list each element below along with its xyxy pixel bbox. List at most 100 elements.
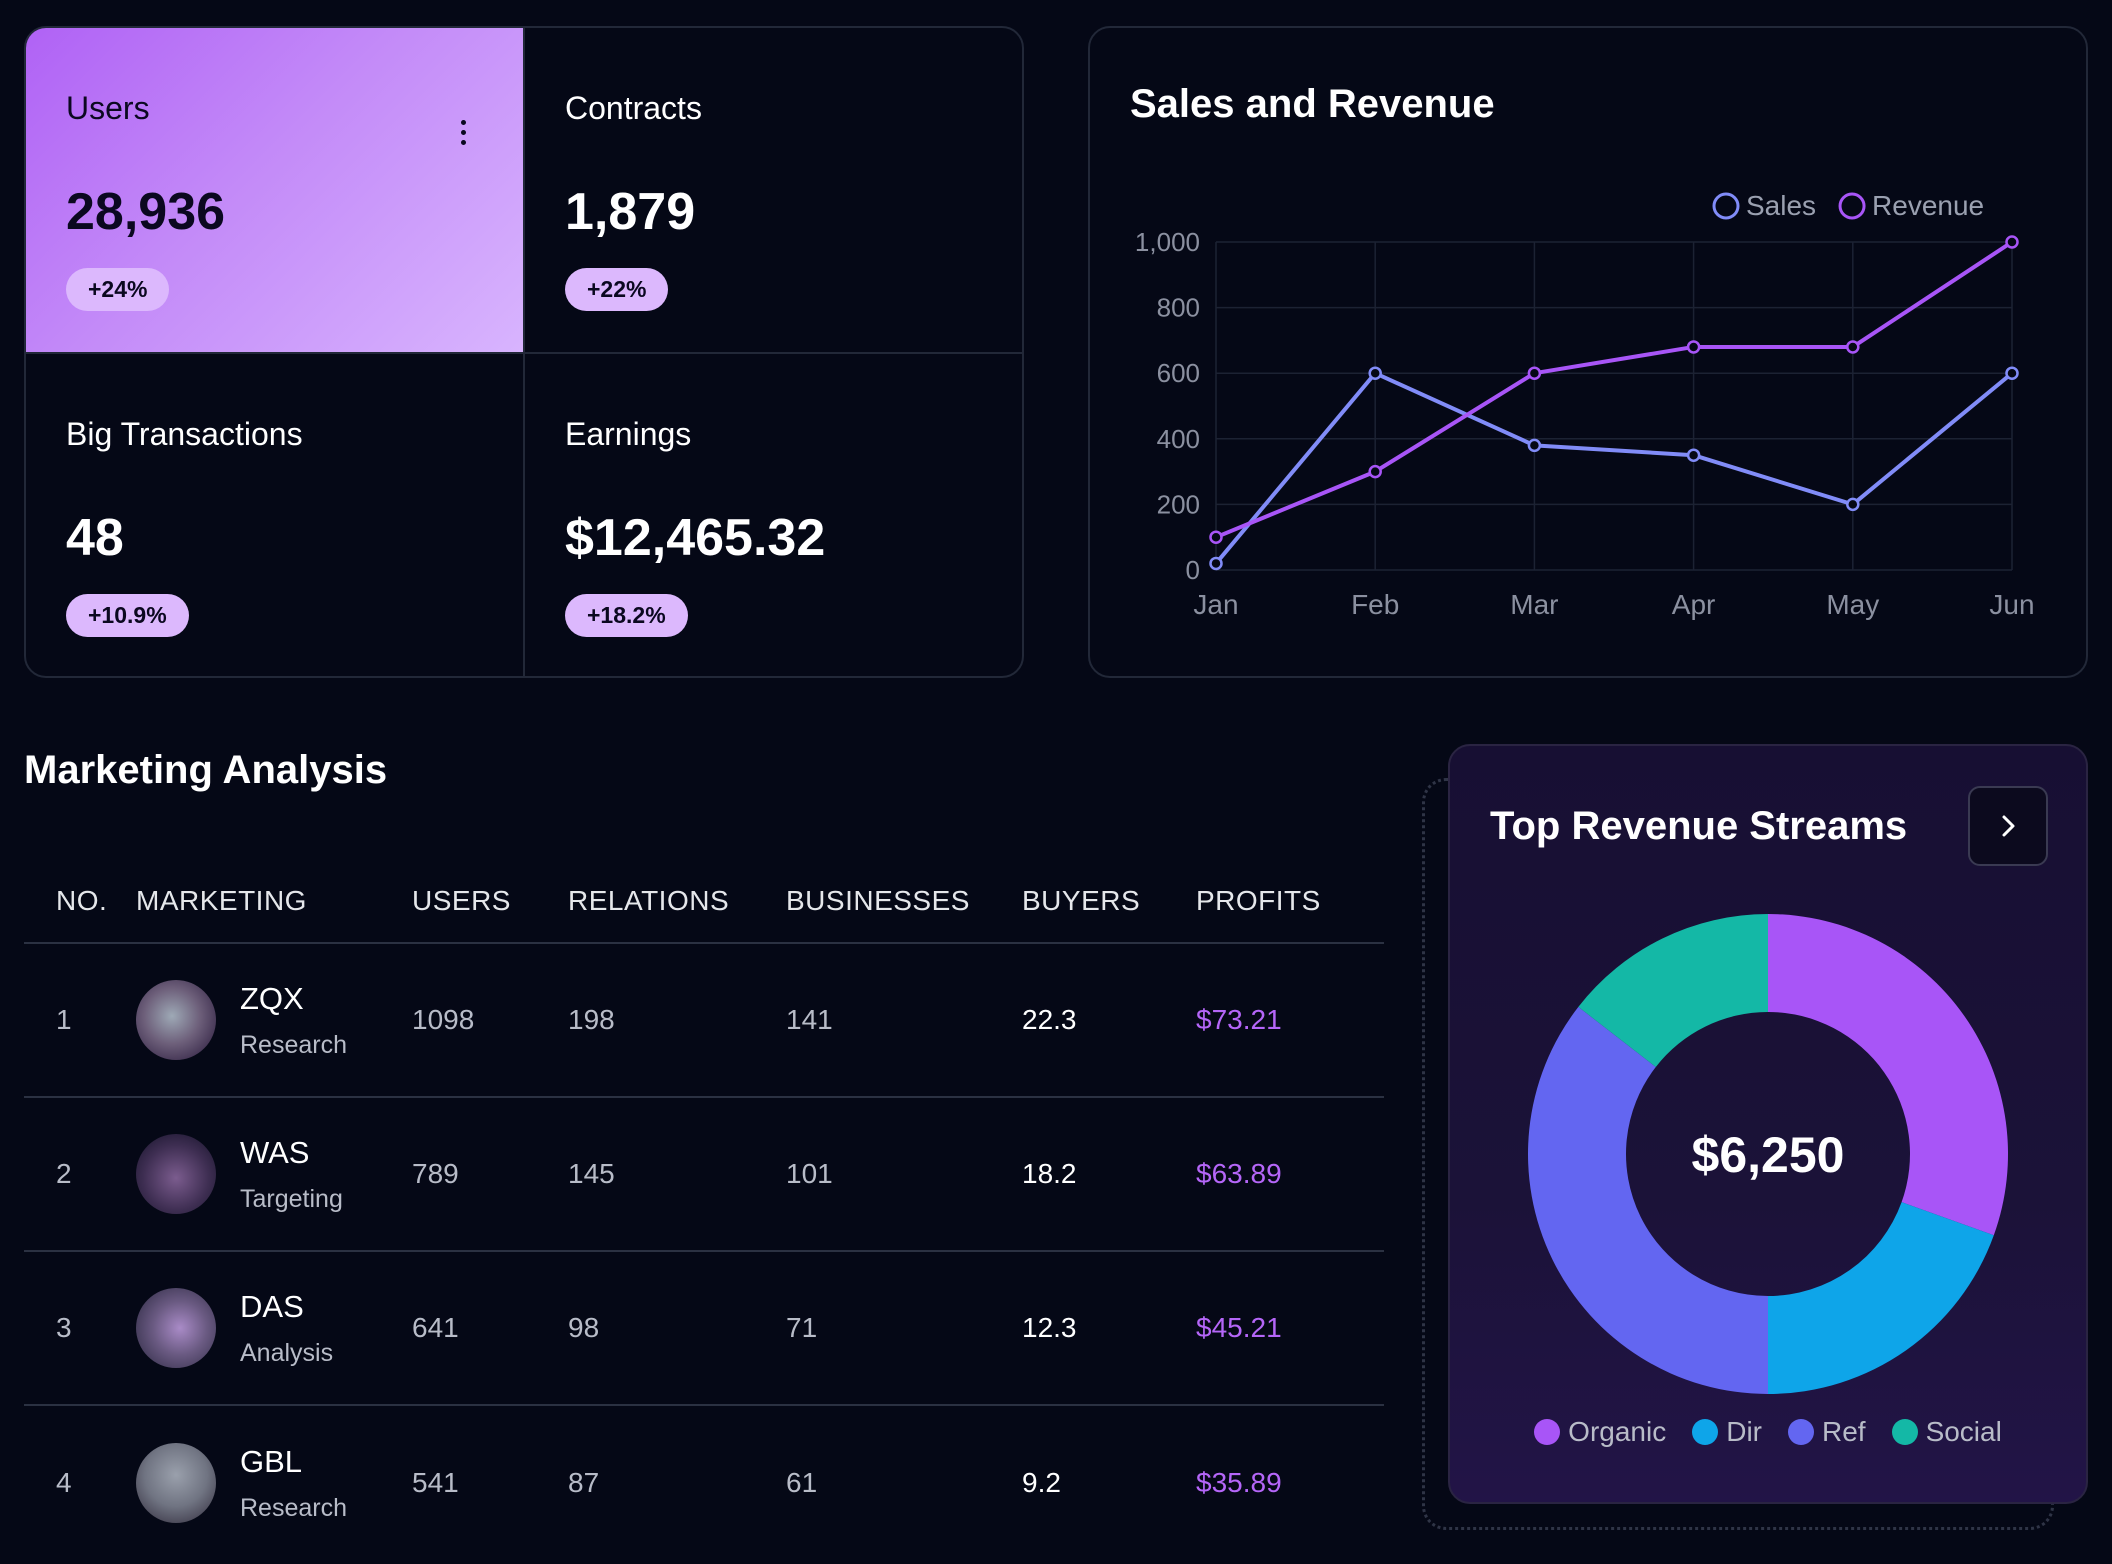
donut-slice-organic[interactable] bbox=[1768, 914, 2008, 1236]
legend-label[interactable]: Sales bbox=[1746, 190, 1816, 221]
legend-item-organic[interactable]: Organic bbox=[1534, 1416, 1666, 1448]
data-point-sales[interactable] bbox=[1368, 366, 1382, 380]
legend-dot bbox=[1891, 1419, 1918, 1445]
legend-label[interactable]: Revenue bbox=[1872, 190, 1984, 221]
users-value: 789 bbox=[412, 1158, 459, 1189]
buyers-value: 18.2 bbox=[1022, 1158, 1077, 1189]
businesses-value: 141 bbox=[786, 1004, 833, 1035]
data-point-sales[interactable] bbox=[1846, 497, 1860, 512]
profits-value: $45.21 bbox=[1196, 1312, 1282, 1343]
data-point-revenue[interactable] bbox=[1686, 340, 1701, 354]
more-vertical-icon[interactable] bbox=[459, 120, 467, 148]
donut-slice-dir[interactable] bbox=[1768, 1202, 1994, 1394]
table-row[interactable]: 4 GBL Research 541 87 61 9.2 $35.89 bbox=[24, 1406, 1384, 1560]
legend-item-ref[interactable]: Ref bbox=[1787, 1416, 1866, 1448]
avatar bbox=[136, 980, 216, 1060]
data-point-revenue[interactable] bbox=[1209, 530, 1223, 544]
stat-card-earnings[interactable]: Earnings $12,465.32 +18.2% bbox=[523, 352, 1022, 676]
change-badge: +24% bbox=[66, 268, 170, 311]
profits-value: $73.21 bbox=[1196, 1004, 1282, 1035]
series-line-sales[interactable] bbox=[1214, 371, 2014, 565]
x-tick-label: May bbox=[1826, 589, 1879, 620]
buyers-value: 12.3 bbox=[1022, 1312, 1077, 1343]
data-point-sales[interactable] bbox=[1209, 556, 1223, 571]
col-header-users[interactable]: USERS bbox=[412, 885, 568, 917]
legend-item-dir[interactable]: Dir bbox=[1692, 1416, 1762, 1448]
y-tick-label: 400 bbox=[1157, 424, 1200, 454]
col-header-relations[interactable]: RELATIONS bbox=[568, 885, 786, 917]
revenue-donut-chart[interactable]: $6,250 bbox=[1450, 746, 2090, 1406]
change-badge: +18.2% bbox=[565, 594, 688, 637]
data-point-sales[interactable] bbox=[1686, 448, 1701, 462]
legend-label: Ref bbox=[1821, 1416, 1866, 1447]
x-tick-label: Feb bbox=[1351, 589, 1399, 620]
y-tick-label: 600 bbox=[1157, 358, 1200, 388]
stat-label: Earnings bbox=[565, 416, 692, 452]
row-number: 4 bbox=[56, 1467, 72, 1498]
stat-value: $12,465.32 bbox=[565, 509, 826, 567]
donut-slice-ref[interactable] bbox=[1528, 1006, 1768, 1394]
marketing-type: Research bbox=[240, 1030, 347, 1059]
legend-swatch bbox=[1712, 192, 1740, 220]
data-point-sales[interactable] bbox=[2005, 366, 2019, 380]
col-header-businesses[interactable]: BUSINESSES bbox=[786, 885, 1022, 917]
profits-value: $35.89 bbox=[1196, 1467, 1282, 1498]
stats-grid: Users 28,936 +24% Contracts 1,879 +22% B… bbox=[24, 26, 1024, 678]
col-header-profits[interactable]: PROFITS bbox=[1196, 885, 1384, 917]
marketing-title: Marketing Analysis bbox=[24, 748, 388, 792]
marketing-type: Analysis bbox=[240, 1338, 334, 1367]
marketing-type: Research bbox=[240, 1493, 347, 1522]
legend-item-social[interactable]: Social bbox=[1891, 1416, 2002, 1448]
marketing-cell: ZQX Research bbox=[136, 980, 412, 1060]
relations-value: 198 bbox=[568, 1004, 615, 1035]
buyers-value: 22.3 bbox=[1022, 1004, 1077, 1035]
revenue-streams-card: Top Revenue Streams $6,250 Organic Dir Ref… bbox=[1448, 744, 2088, 1504]
legend-dot bbox=[1534, 1419, 1561, 1445]
data-point-revenue[interactable] bbox=[1846, 340, 1860, 354]
stat-label: Big Transactions bbox=[66, 416, 303, 452]
table-row[interactable]: 3 DAS Analysis 641 98 71 12.3 $45.21 bbox=[24, 1252, 1384, 1406]
marketing-cell: WAS Targeting bbox=[136, 1134, 412, 1214]
change-badge: +22% bbox=[565, 268, 669, 311]
legend-swatch bbox=[1838, 192, 1866, 220]
stat-card-big-transactions[interactable]: Big Transactions 48 +10.9% bbox=[26, 352, 523, 676]
y-tick-label: 200 bbox=[1157, 489, 1200, 519]
y-tick-label: 800 bbox=[1157, 293, 1200, 323]
table-row[interactable]: 2 WAS Targeting 789 145 101 18.2 $63.89 bbox=[24, 1098, 1384, 1252]
stat-value: 48 bbox=[66, 509, 124, 567]
series-line-revenue[interactable] bbox=[1215, 240, 2014, 540]
legend-label: Dir bbox=[1726, 1416, 1762, 1447]
stat-card-users[interactable]: Users 28,936 +24% bbox=[26, 28, 523, 352]
legend-label: Organic bbox=[1568, 1416, 1667, 1447]
x-tick-label: Jun bbox=[1989, 589, 2034, 620]
col-header-no[interactable]: NO. bbox=[24, 885, 136, 917]
col-header-buyers[interactable]: BUYERS bbox=[1022, 885, 1196, 917]
marketing-name: GBL bbox=[240, 1443, 303, 1479]
data-point-revenue[interactable] bbox=[1527, 366, 1542, 380]
legend-dot bbox=[1787, 1419, 1814, 1445]
businesses-value: 71 bbox=[786, 1312, 818, 1343]
legend-dot bbox=[1692, 1419, 1719, 1445]
sales-revenue-card: Sales and Revenue 0 200 400 600 800 1,000 Jan F… bbox=[1088, 26, 2088, 678]
data-point-revenue[interactable] bbox=[2005, 235, 2019, 249]
stat-value: 28,936 bbox=[66, 183, 226, 241]
sales-revenue-chart[interactable]: 02004006008001,000Jan Feb Mar Apr May JunSale… bbox=[1090, 28, 2090, 680]
data-point-revenue[interactable] bbox=[1368, 464, 1382, 479]
row-number: 2 bbox=[56, 1158, 72, 1189]
data-point-sales[interactable] bbox=[1527, 438, 1542, 453]
x-tick-label: Apr bbox=[1672, 589, 1716, 620]
users-value: 541 bbox=[412, 1467, 459, 1498]
relations-value: 145 bbox=[568, 1158, 615, 1189]
marketing-name: DAS bbox=[240, 1288, 304, 1324]
marketing-name: ZQX bbox=[240, 980, 304, 1016]
table-row[interactable]: 1 ZQX Research 1098 198 141 22.3 $73.21 bbox=[24, 944, 1384, 1098]
x-tick-label: Mar bbox=[1510, 589, 1558, 620]
row-number: 1 bbox=[56, 1004, 72, 1035]
marketing-table: NO. MARKETING USERS RELATIONS BUSINESSES… bbox=[24, 860, 1384, 1560]
stat-card-contracts[interactable]: Contracts 1,879 +22% bbox=[523, 28, 1022, 352]
marketing-cell: DAS Analysis bbox=[136, 1288, 412, 1368]
y-tick-label: 0 bbox=[1186, 555, 1200, 585]
grid bbox=[1215, 241, 2013, 571]
col-header-marketing[interactable]: MARKETING bbox=[136, 885, 412, 917]
avatar bbox=[136, 1443, 216, 1523]
